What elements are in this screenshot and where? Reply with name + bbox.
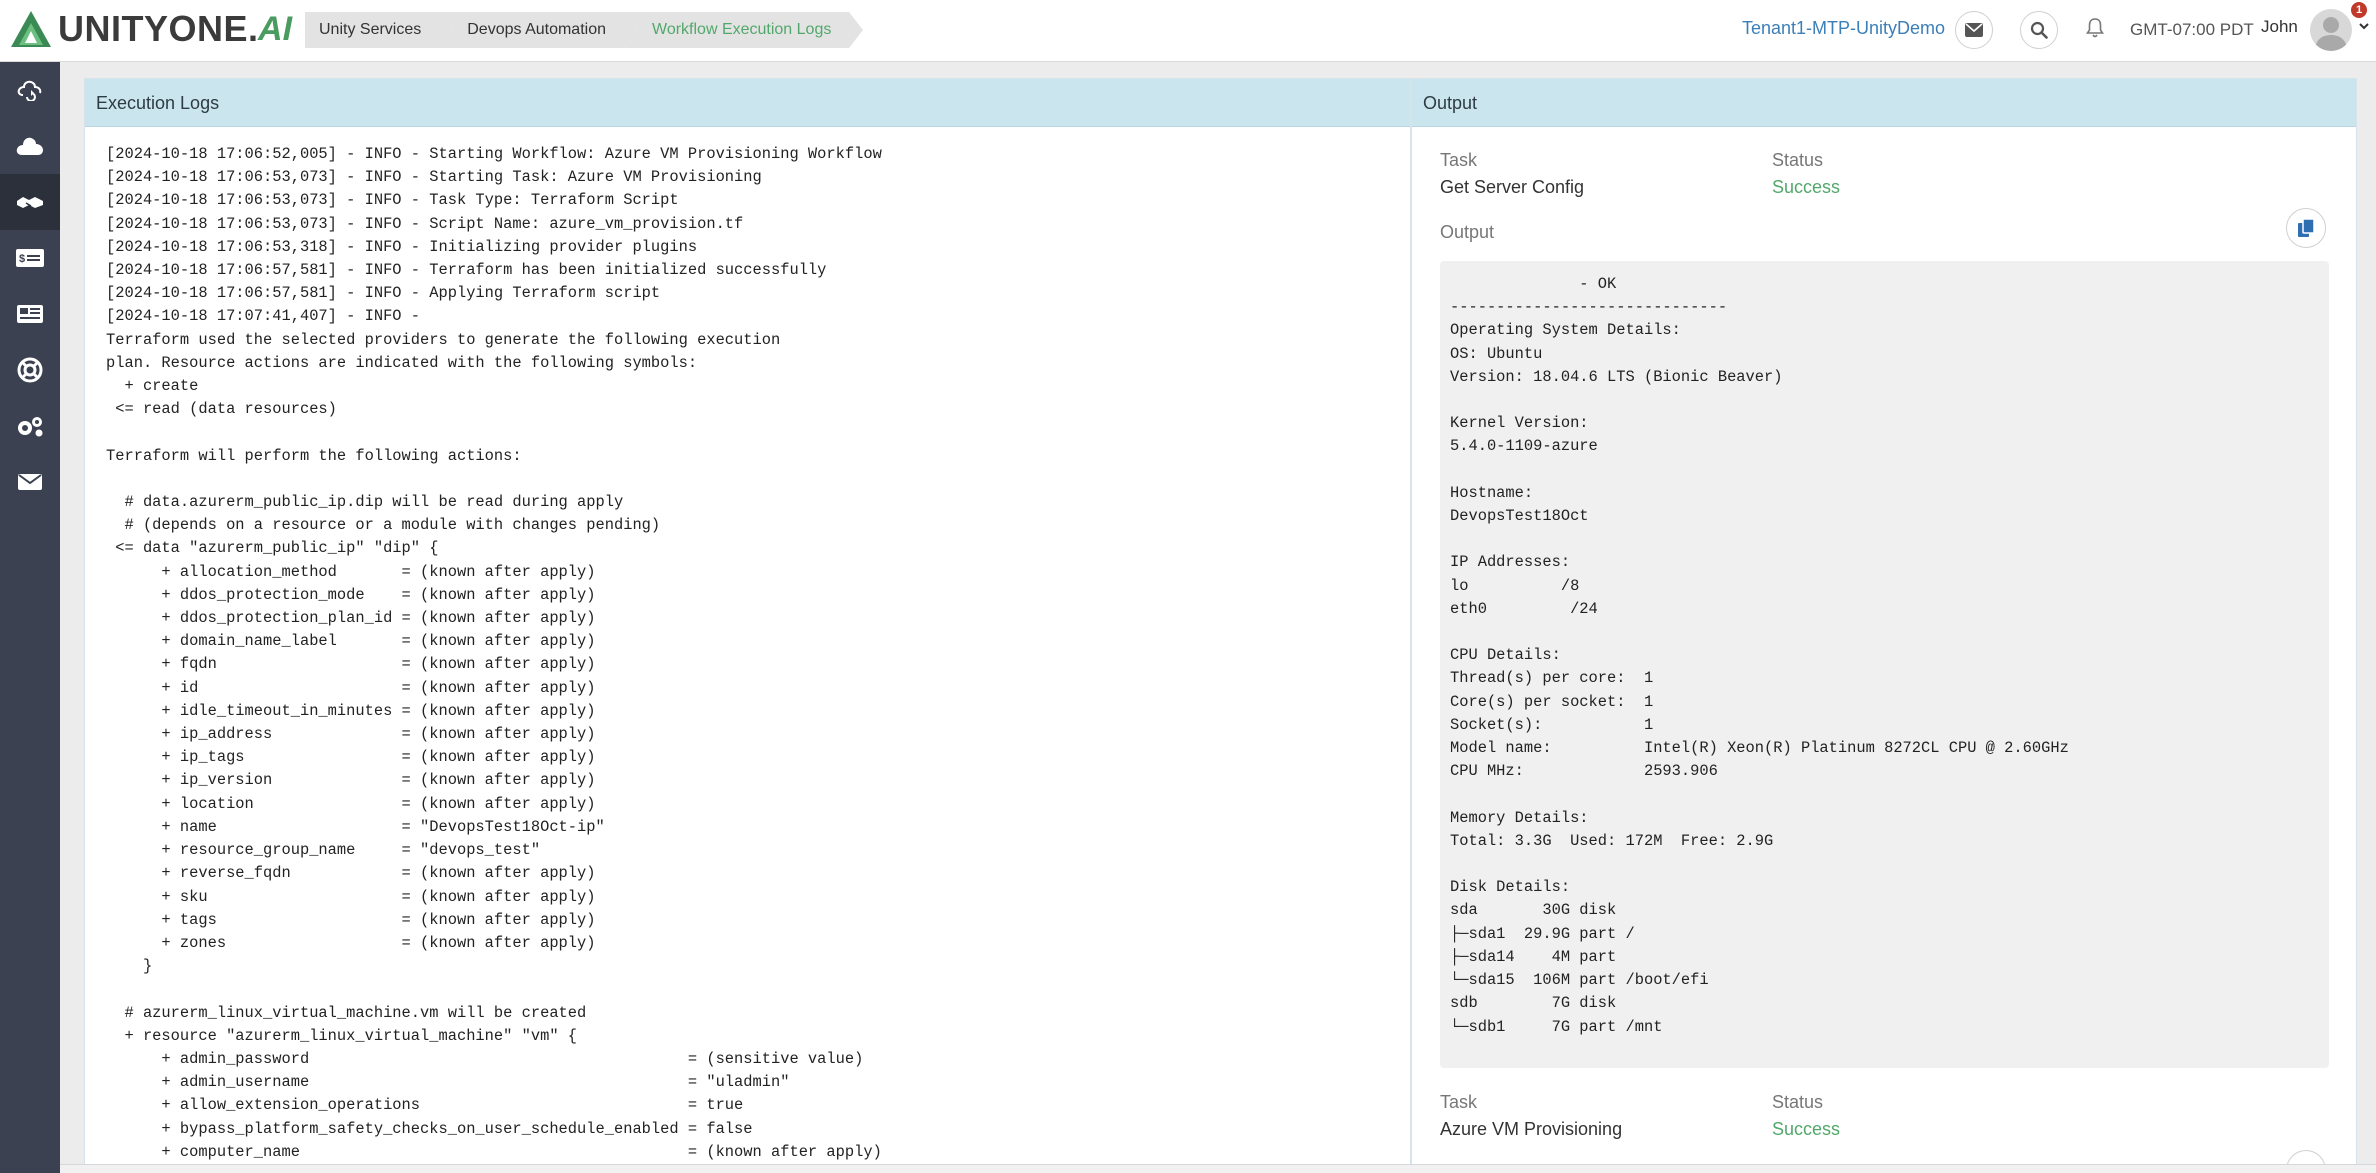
logo-ai: AI — [258, 9, 293, 48]
task-name: Get Server Config — [1440, 177, 1585, 197]
bell-icon — [2086, 18, 2104, 38]
status-label: Status — [1772, 150, 1824, 170]
breadcrumb-workflow-execution-logs: Workflow Execution Logs — [623, 12, 864, 48]
execution-logs-panel: Execution Logs [2024-10-18 17:06:52,005]… — [84, 78, 1411, 1173]
support-icon — [17, 357, 43, 383]
notification-badge: 1 — [2351, 2, 2367, 18]
output-label: Output — [1440, 222, 1495, 242]
breadcrumb-devops-automation[interactable]: Devops Automation — [439, 12, 638, 48]
sidebar-item-devops[interactable] — [0, 174, 60, 230]
sidebar-item-news[interactable] — [0, 286, 60, 342]
sidebar-item-cloud[interactable] — [0, 118, 60, 174]
logo-mark-icon — [11, 11, 51, 47]
task-name-2: Azure VM Provisioning — [1440, 1119, 1623, 1139]
sidebar-item-cloud-sync[interactable] — [0, 62, 60, 118]
task-label-2: Task — [1440, 1092, 1478, 1112]
billing-icon: $ — [16, 249, 44, 267]
timezone-label: GMT-07:00 PDT — [2130, 20, 2254, 39]
messages-button[interactable] — [1955, 11, 1993, 49]
output-text[interactable]: - OK ------------------------------ Oper… — [1440, 261, 2329, 1068]
execution-logs-title: Execution Logs — [85, 79, 1410, 127]
execution-log-text[interactable]: [2024-10-18 17:06:52,005] - INFO - Start… — [85, 127, 1410, 1164]
chevron-down-icon — [2359, 23, 2369, 30]
search-button[interactable] — [2020, 11, 2058, 49]
mail-icon — [18, 474, 42, 490]
status-label-2: Status — [1772, 1092, 1824, 1112]
task-label: Task — [1440, 150, 1478, 170]
sidebar-item-billing[interactable]: $ — [0, 230, 60, 286]
unityone-logo[interactable]: UNITYONE. AI — [10, 6, 292, 52]
tenant-selector[interactable]: Tenant1-MTP-UnityDemo — [1742, 18, 1945, 39]
envelope-icon — [1965, 23, 1983, 37]
user-menu-toggle[interactable] — [2358, 18, 2370, 36]
breadcrumb-unity-services[interactable]: Unity Services — [305, 12, 454, 48]
task-status: Success — [1772, 177, 1841, 197]
logo-dot: . — [248, 8, 259, 49]
user-name[interactable]: John — [2261, 17, 2298, 37]
cloud-sync-icon — [17, 80, 42, 101]
sidebar: $ — [0, 62, 60, 1173]
horizontal-scrollbar[interactable] — [60, 1164, 2376, 1173]
notifications-button[interactable] — [2086, 18, 2104, 43]
cloud-icon — [16, 137, 43, 155]
logo-wordmark: UNITYONE — [58, 8, 249, 49]
sidebar-item-settings[interactable] — [0, 398, 60, 454]
avatar[interactable] — [2310, 9, 2352, 51]
copy-output-button[interactable] — [2286, 208, 2326, 248]
sidebar-item-support[interactable] — [0, 342, 60, 398]
task-status-2: Success — [1772, 1119, 1841, 1139]
settings-icon — [18, 417, 43, 437]
svg-text:$: $ — [19, 253, 25, 265]
breadcrumb: Unity Services Devops Automation Workflo… — [305, 12, 864, 48]
search-icon — [2030, 21, 2048, 39]
user-avatar-icon — [2315, 17, 2347, 51]
output-panel-title: Output — [1412, 79, 2356, 127]
news-icon — [17, 305, 43, 323]
top-bar: UNITYONE. AI Unity Services Devops Automa… — [0, 0, 2376, 62]
handshake-icon — [17, 197, 43, 208]
sidebar-item-mail[interactable] — [0, 454, 60, 510]
copy-icon — [2298, 218, 2315, 237]
